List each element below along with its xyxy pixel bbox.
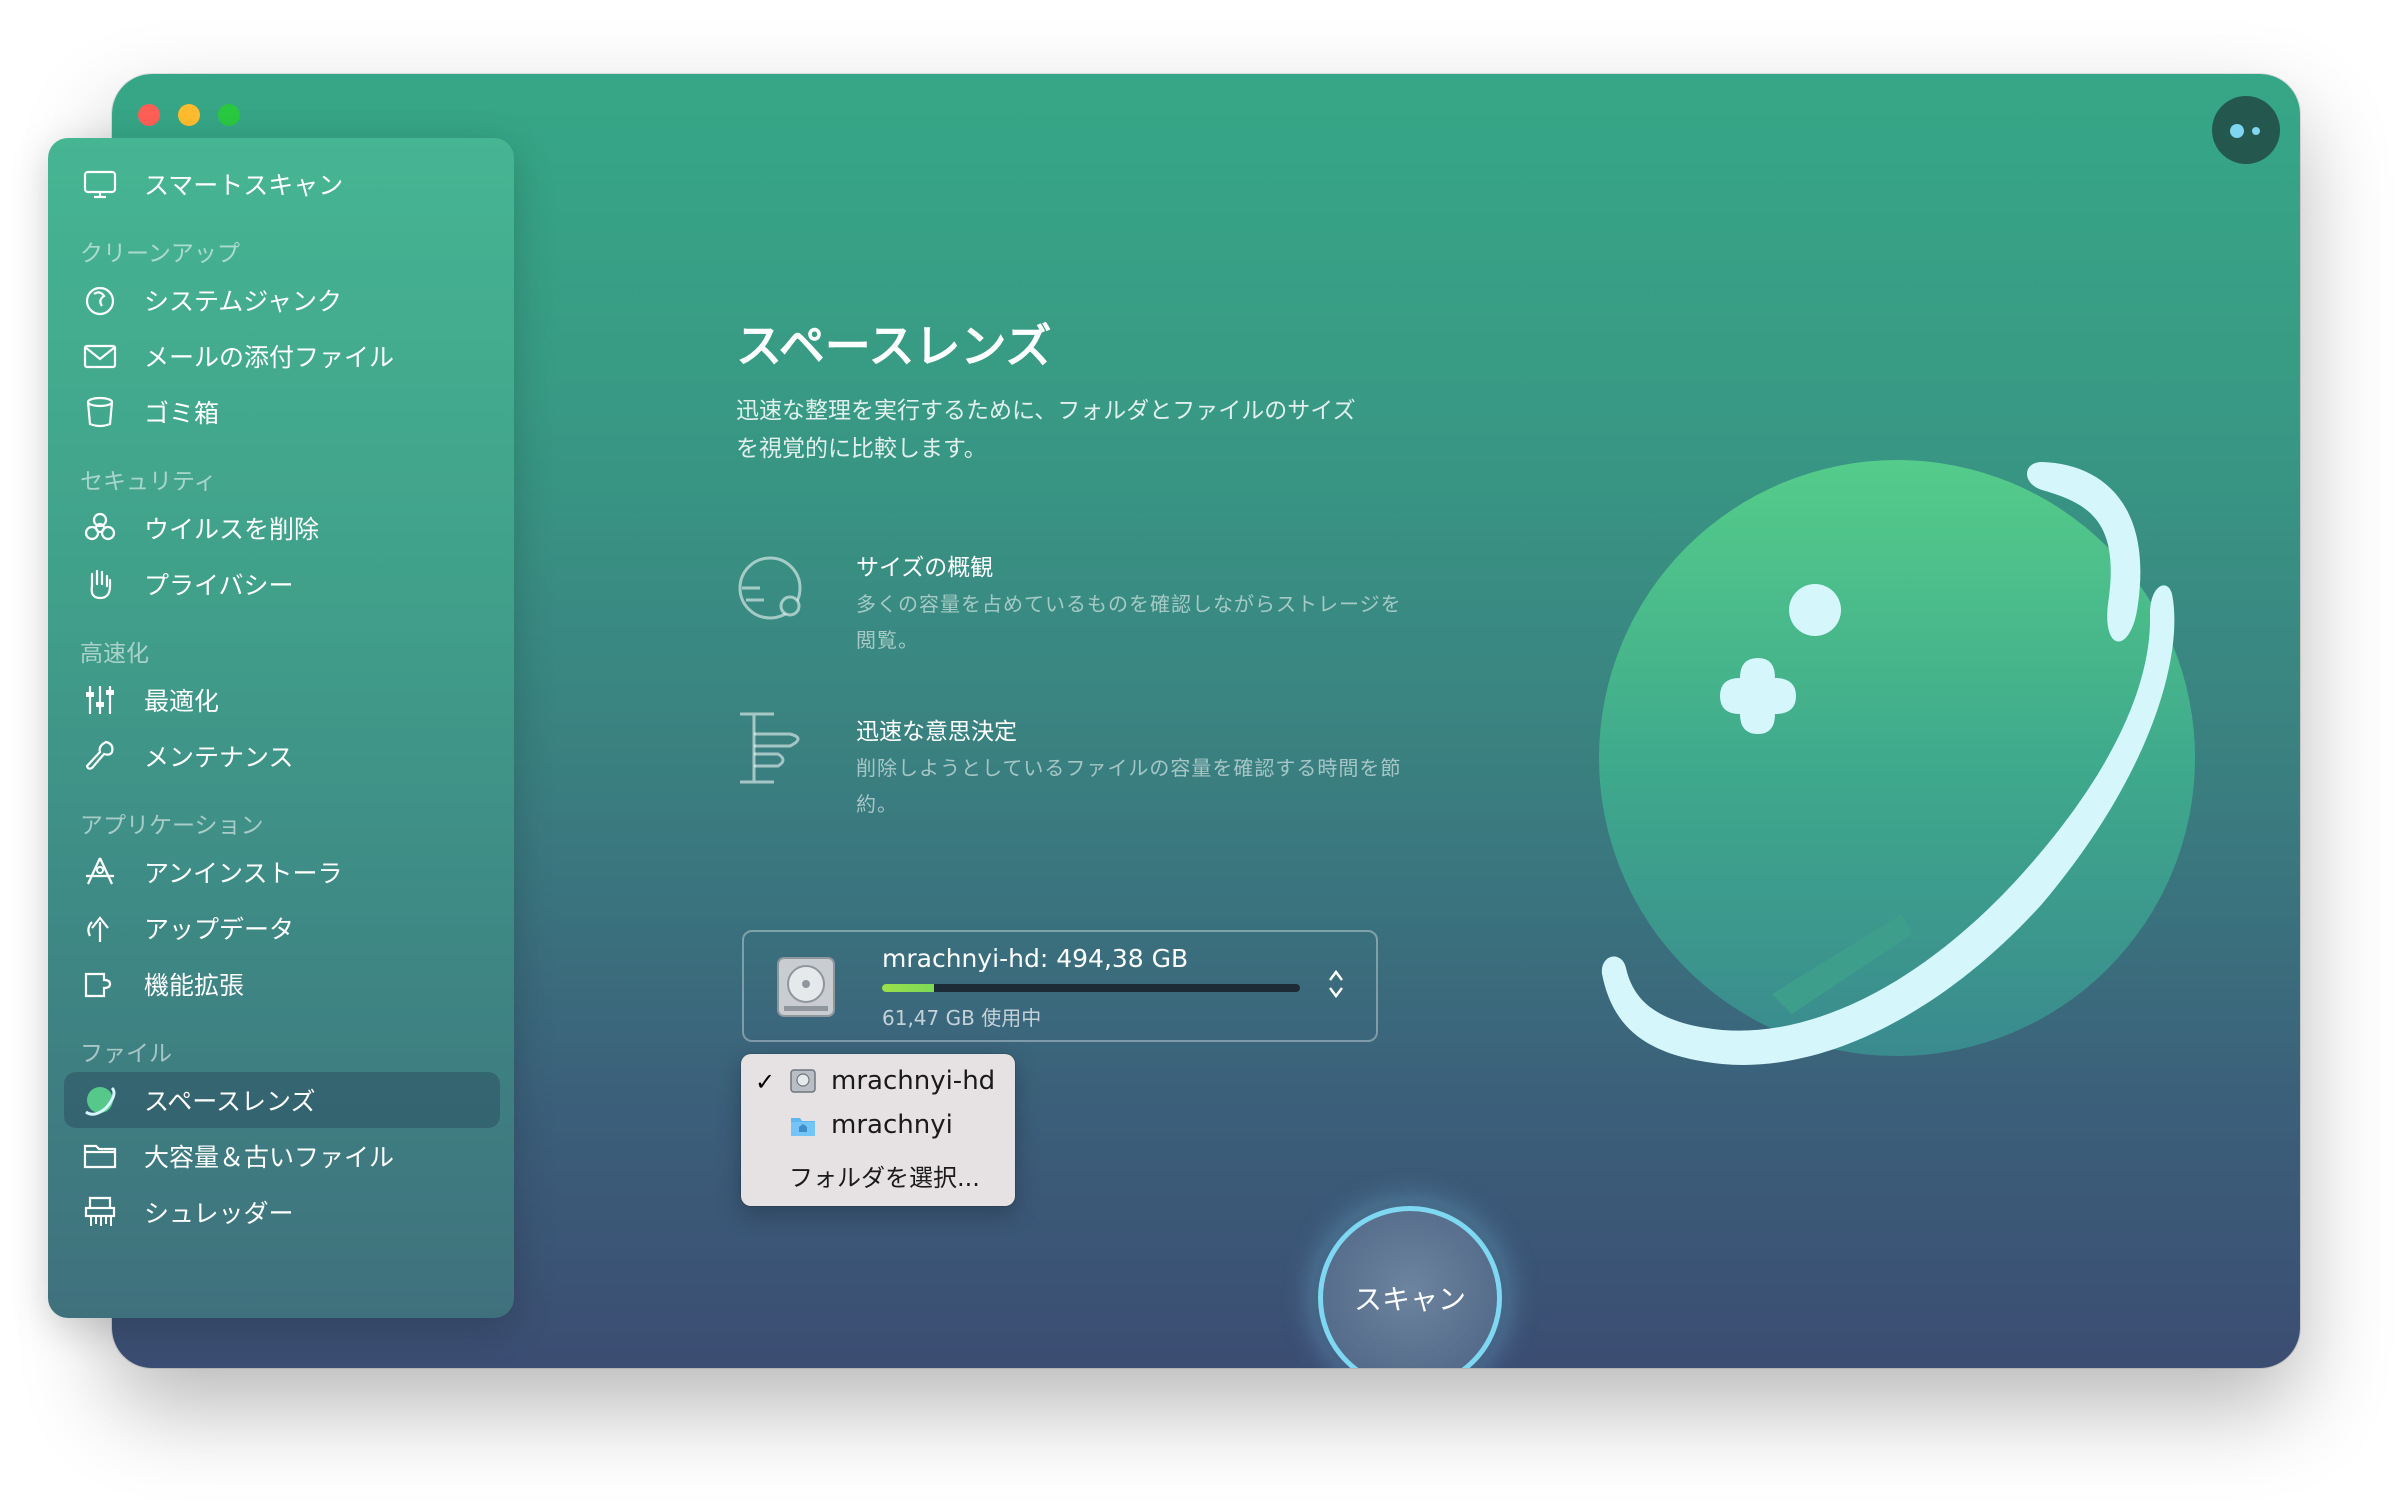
sidebar-label: 最適化 <box>144 687 220 716</box>
app-store-icon <box>82 854 118 890</box>
hand-icon <box>82 566 118 602</box>
folder-icon <box>82 1138 118 1174</box>
checkmark-icon: ✓ <box>755 1068 776 1096</box>
sidebar-label: スペースレンズ <box>144 1087 316 1116</box>
disk-selector[interactable]: mrachnyi-hd: 494,38 GB 61,47 GB 使用中 <box>742 930 1378 1042</box>
size-overview-icon <box>738 556 802 620</box>
dropdown-item-mrachnyi[interactable]: mrachnyi <box>741 1104 1015 1148</box>
biohazard-icon <box>82 510 118 546</box>
sidebar-item-smart-scan[interactable]: スマートスキャン <box>64 156 500 212</box>
sidebar: スマートスキャン クリーンアップ システムジャンク メールの添付ファイル ゴミ箱… <box>48 138 514 1318</box>
home-folder-icon <box>791 1118 815 1136</box>
sidebar-item-updater[interactable]: アップデータ <box>64 900 500 956</box>
chevron-updown-icon[interactable] <box>1326 966 1346 1002</box>
feature-title-size-overview: サイズの概観 <box>856 555 994 581</box>
sidebar-item-large-old-files[interactable]: 大容量＆古いファイル <box>64 1128 500 1184</box>
feature-desc-size-overview: 多くの容量を占めているものを確認しながらストレージを閲覧。 <box>856 592 1402 652</box>
disk-dropdown-menu: ✓ mrachnyi-hd mrachnyi フォルダを選択... <box>741 1054 1015 1206</box>
sidebar-label: ゴミ箱 <box>144 399 220 428</box>
dropdown-label: mrachnyi-hd <box>831 1066 996 1096</box>
sidebar-item-shredder[interactable]: シュレッダー <box>64 1184 500 1240</box>
zoom-window-button[interactable] <box>218 104 240 126</box>
monitor-icon <box>82 166 118 202</box>
puzzle-icon <box>82 966 118 1002</box>
sidebar-item-maintenance[interactable]: メンテナンス <box>64 728 500 784</box>
feature-desc-quick-decision: 削除しようとしているファイルの容量を確認する時間を節約。 <box>856 756 1402 816</box>
update-icon <box>82 910 118 946</box>
section-speed: 高速化 <box>80 641 149 667</box>
mail-icon <box>82 338 118 374</box>
section-security: セキュリティ <box>80 469 217 495</box>
sidebar-item-remove-virus[interactable]: ウイルスを削除 <box>64 500 500 556</box>
sidebar-label: アップデータ <box>144 915 295 944</box>
assistant-button[interactable] <box>2212 96 2280 164</box>
page-title: スペースレンズ <box>736 319 1052 373</box>
hard-drive-icon <box>777 957 835 1017</box>
space-lens-planet-icon <box>1599 460 2195 1065</box>
sidebar-item-extensions[interactable]: 機能拡張 <box>64 956 500 1012</box>
dropdown-label: フォルダを選択... <box>789 1164 980 1192</box>
shredder-icon <box>82 1194 118 1230</box>
sidebar-label: シュレッダー <box>144 1199 294 1228</box>
section-cleanup: クリーンアップ <box>80 241 240 267</box>
sidebar-label: ウイルスを削除 <box>144 515 320 544</box>
assistant-dot-icon <box>2230 124 2244 138</box>
sidebar-item-space-lens[interactable]: スペースレンズ <box>64 1072 500 1128</box>
sidebar-item-optimization[interactable]: 最適化 <box>64 672 500 728</box>
sidebar-label: システムジャンク <box>144 287 343 316</box>
wrench-icon <box>82 738 118 774</box>
sidebar-label: アンインストーラ <box>144 859 343 888</box>
hard-drive-icon <box>790 1069 816 1093</box>
sidebar-item-trash[interactable]: ゴミ箱 <box>64 384 500 440</box>
sidebar-item-mail-attachments[interactable]: メールの添付ファイル <box>64 328 500 384</box>
section-files: ファイル <box>80 1041 172 1067</box>
close-window-button[interactable] <box>138 104 160 126</box>
space-lens-icon <box>82 1082 118 1118</box>
dropdown-label: mrachnyi <box>831 1110 953 1140</box>
sidebar-label: メールの添付ファイル <box>144 343 395 372</box>
system-junk-icon <box>82 282 118 318</box>
scan-button-label: スキャン <box>1353 1283 1466 1316</box>
disk-name: mrachnyi-hd: 494,38 GB <box>882 944 1189 973</box>
section-apps: アプリケーション <box>80 813 264 839</box>
quick-decision-icon <box>740 712 800 784</box>
sidebar-label: メンテナンス <box>144 743 294 772</box>
sliders-icon <box>82 682 118 718</box>
sidebar-label: 大容量＆古いファイル <box>144 1143 395 1172</box>
sidebar-item-privacy[interactable]: プライバシー <box>64 556 500 612</box>
trash-icon <box>82 394 118 430</box>
dropdown-item-choose-folder[interactable]: フォルダを選択... <box>741 1150 1015 1194</box>
assistant-dot-small-icon <box>2252 127 2260 135</box>
sidebar-label: 機能拡張 <box>144 971 245 1000</box>
feature-title-quick-decision: 迅速な意思決定 <box>856 719 1017 745</box>
sidebar-label: スマートスキャン <box>144 171 344 200</box>
page-description: 迅速な整理を実行するために、フォルダとファイルのサイズを視覚的に比較します。 <box>736 398 1356 462</box>
sidebar-label: プライバシー <box>144 571 294 600</box>
disk-usage-bar <box>882 984 1300 992</box>
sidebar-item-uninstaller[interactable]: アンインストーラ <box>64 844 500 900</box>
sidebar-item-system-junk[interactable]: システムジャンク <box>64 272 500 328</box>
dropdown-item-mrachnyi-hd[interactable]: ✓ mrachnyi-hd <box>741 1060 1015 1104</box>
minimize-window-button[interactable] <box>178 104 200 126</box>
disk-usage-fill <box>882 984 934 992</box>
disk-used-label: 61,47 GB 使用中 <box>882 1006 1042 1030</box>
